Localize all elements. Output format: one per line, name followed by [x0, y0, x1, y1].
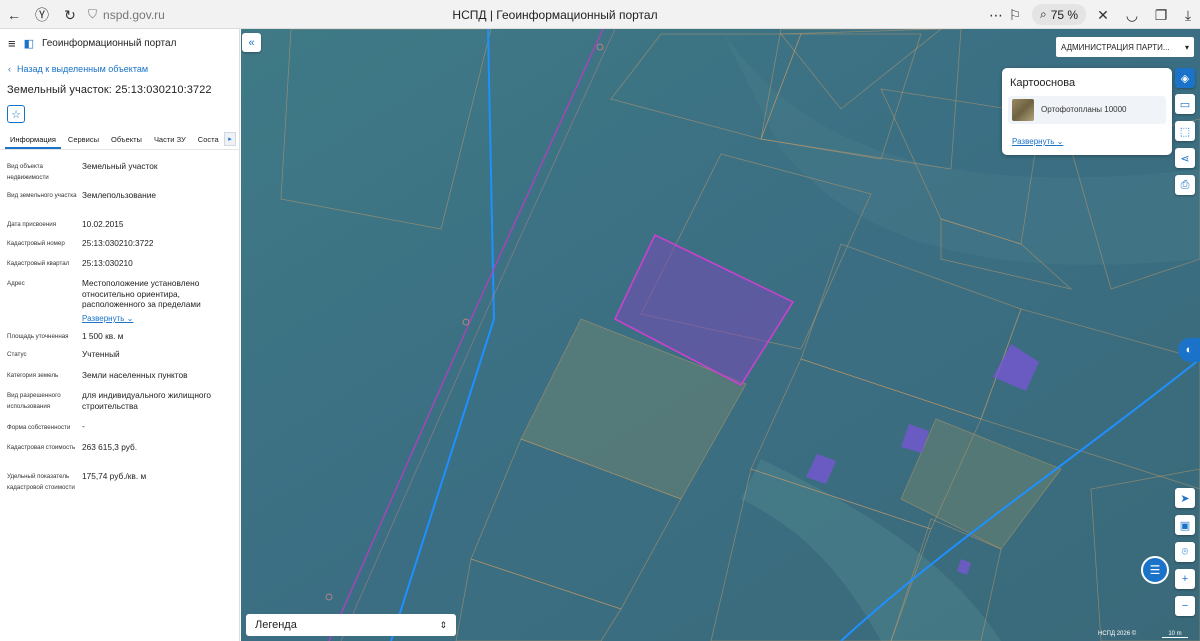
property-value: для индивидуального жилищного строительс… [82, 390, 211, 411]
legend-panel[interactable]: Легенда ⇕ [246, 614, 456, 636]
zoom-indicator[interactable]: ⌕ 75 % [1032, 4, 1087, 25]
zoom-in-button[interactable]: + [1175, 569, 1195, 589]
scale-bar: 10 m [1162, 631, 1188, 638]
ruler-icon: ▭ [1179, 98, 1191, 111]
basemap-expand-link[interactable]: Развернуть ⌄ [1012, 137, 1063, 146]
geolocation-button[interactable]: ⌾ [1175, 542, 1195, 562]
tab-services[interactable]: Сервисы [63, 130, 104, 149]
copyright-text: НСПД 2026 © [1098, 631, 1137, 637]
property-label: Площадь уточненная [7, 333, 69, 340]
property-value: Местоположение установлено относительно … [82, 278, 201, 309]
chat-button[interactable]: ☰ [1141, 556, 1169, 584]
property-label: Вид объекта недвижимости [7, 163, 49, 181]
page-title: Земельный участок: 25:13:030210:3722 [7, 84, 212, 96]
chevron-down-icon: ⌄ [1056, 137, 1064, 146]
property-value: - [82, 421, 85, 431]
tab-objects[interactable]: Объекты [106, 130, 147, 149]
bookmark-icon[interactable]: ⚐ [1004, 4, 1026, 26]
chevron-down-icon: ⌄ [126, 314, 134, 323]
portal-logo-icon: ◧ [23, 37, 34, 50]
property-label: Кадастровый квартал [7, 260, 70, 267]
navigation-icon: ➤ [1180, 492, 1190, 505]
property-value: 10.02.2015 [82, 219, 124, 229]
browser-tab-title: НСПД | Геоинформационный портал [452, 8, 658, 22]
browser-toolbar: ← Ⓨ ↻ ⛉ nspd.gov.ru НСПД | Геоинформацио… [0, 0, 1200, 29]
sidebar-header: ≡ ◧ Геоинформационный портал [0, 29, 239, 57]
property-label: Категория земель [7, 372, 59, 379]
property-value: 25:13:030210:3722 [82, 238, 154, 248]
basemap-title: Картооснова [1010, 77, 1076, 89]
share-button[interactable]: ⋖ [1175, 148, 1195, 168]
back-to-selection-link[interactable]: ‹ Назад к выделенным объектам [8, 64, 148, 74]
property-value: 25:13:030210 [82, 258, 133, 268]
collections-icon[interactable]: ❐ [1150, 4, 1172, 26]
print-button[interactable]: ⎙ [1175, 175, 1195, 195]
menu-icon[interactable]: ≡ [8, 36, 16, 51]
property-label: Кадастровый номер [7, 240, 65, 247]
tab-parts[interactable]: Части ЗУ [149, 130, 191, 149]
basemap-expand-label: Развернуть [1012, 137, 1055, 146]
property-value: 1 500 кв. м [82, 331, 124, 341]
collapse-sidebar-button[interactable]: « [242, 33, 261, 52]
vpn-icon[interactable]: ◡ [1121, 4, 1143, 26]
selection-icon: ⬚ [1179, 125, 1191, 138]
basemap-panel: Картооснова Ортофотопланы 10000 Разверну… [1002, 68, 1172, 155]
orthophoto-thumbnail [1012, 99, 1034, 121]
property-label: Кадастровая стоимость [7, 444, 76, 451]
property-value: Землепользование [82, 190, 156, 200]
star-icon: ☆ [11, 108, 21, 121]
administration-select-value: АДМИНИСТРАЦИЯ ПАРТИ... [1061, 42, 1170, 52]
screen-button[interactable]: ▣ [1175, 515, 1195, 535]
sidebar: ≡ ◧ Геоинформационный портал ‹ Назад к в… [0, 29, 240, 641]
assistant-icon: ◐ [1185, 344, 1193, 356]
select-area-button[interactable]: ⬚ [1175, 121, 1195, 141]
tabs-scroll-right-button[interactable]: ▸ [224, 132, 236, 146]
extension-icon[interactable]: ✕ [1092, 4, 1114, 26]
property-value: Земельный участок [82, 161, 158, 171]
property-value: 263 615,3 руб. [82, 442, 138, 452]
tab-composition[interactable]: Соста [193, 130, 224, 149]
back-link-label: Назад к выделенным объектам [17, 64, 149, 74]
tab-information[interactable]: Информация [5, 130, 61, 149]
property-value: Земли населенных пунктов [82, 370, 188, 380]
print-icon: ⎙ [1180, 178, 1190, 191]
expand-collapse-icon: ⇕ [439, 619, 447, 630]
legend-label: Легенда [255, 619, 297, 631]
plus-icon: + [1181, 573, 1189, 585]
expand-link-label: Развернуть [82, 314, 125, 323]
chevron-left-icon: ‹ [8, 64, 11, 74]
property-label: Форма собственности [7, 424, 71, 431]
tabs: Информация Сервисы Объекты Части ЗУ Сост… [0, 130, 239, 150]
property-label: Статус [7, 351, 27, 358]
magnifier-icon: ⌕ [1040, 7, 1047, 21]
caret-down-icon: ▾ [1184, 42, 1189, 52]
assistant-badge[interactable]: ◐ [1178, 338, 1200, 362]
property-value: Учтенный [82, 349, 120, 359]
screen-icon: ▣ [1179, 519, 1191, 532]
minus-icon: − [1181, 600, 1189, 612]
zoom-value: 75 % [1050, 7, 1079, 22]
layers-icon: ◈ [1180, 72, 1190, 85]
layers-button[interactable]: ◈ [1175, 68, 1195, 88]
locate-button[interactable]: ➤ [1175, 488, 1195, 508]
download-icon[interactable]: ⤓ [1177, 4, 1199, 26]
property-label: Дата присвоения [7, 221, 57, 228]
administration-select[interactable]: АДМИНИСТРАЦИЯ ПАРТИ... ▾ [1056, 37, 1194, 57]
address-expand-link[interactable]: Развернуть ⌄ [82, 314, 133, 323]
chat-icon: ☰ [1149, 563, 1161, 577]
basemap-option-label: Ортофотопланы 10000 [1041, 105, 1127, 114]
basemap-option[interactable]: Ортофотопланы 10000 [1008, 96, 1166, 124]
favorite-button[interactable]: ☆ [7, 105, 25, 123]
property-label: Адрес [7, 280, 25, 287]
property-label: Вид земельного участка [7, 192, 77, 199]
zoom-out-button[interactable]: − [1175, 596, 1195, 616]
pin-icon: ⌾ [1181, 545, 1189, 558]
property-label: Вид разрешенного использования [7, 392, 61, 410]
portal-title: Геоинформационный портал [42, 37, 177, 49]
share-icon: ⋖ [1180, 152, 1190, 165]
property-value: 175,74 руб./кв. м [82, 471, 147, 481]
measure-button[interactable]: ▭ [1175, 94, 1195, 114]
property-label: Удельный показатель кадастровой стоимост… [7, 473, 75, 491]
double-chevron-left-icon: « [248, 36, 255, 49]
